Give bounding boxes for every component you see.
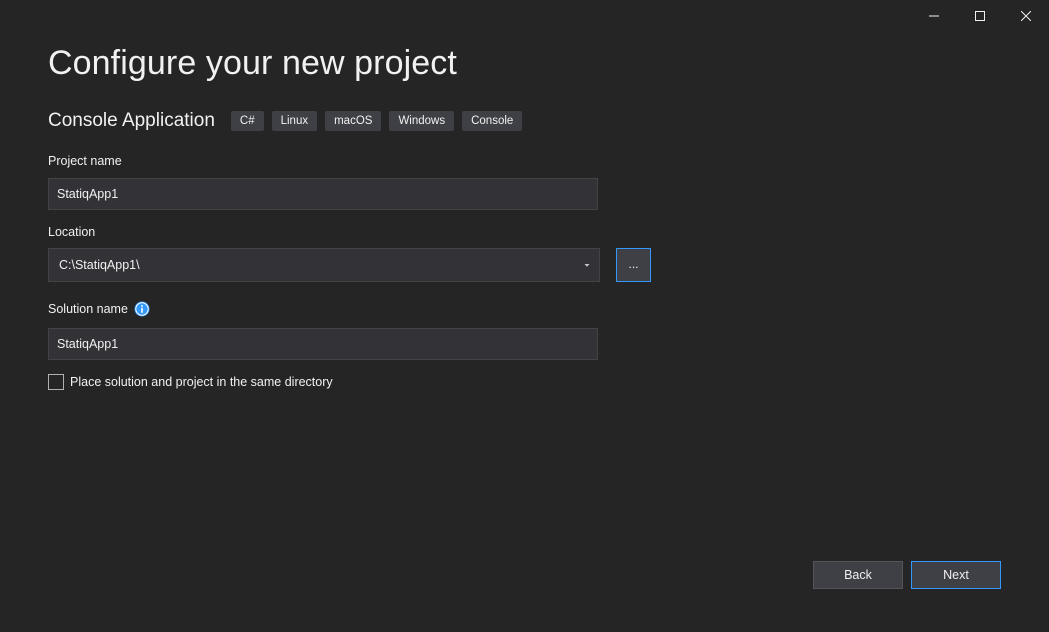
back-button[interactable]: Back [813,561,903,589]
solution-name-label: Solution name [48,302,128,316]
project-name-input[interactable] [48,178,598,210]
template-summary: Console Application C# Linux macOS Windo… [48,110,530,132]
same-directory-label[interactable]: Place solution and project in the same d… [70,375,333,389]
tag-platform-linux: Linux [271,111,318,131]
page-title: Configure your new project [48,44,457,82]
tag-platform-macos: macOS [325,111,382,131]
browse-location-button[interactable]: ... [616,248,651,282]
location-label: Location [48,225,96,239]
tag-project-type: Console [462,111,523,131]
minimize-icon [929,15,939,17]
configure-project-window: Configure your new project Console Appli… [0,0,1049,632]
close-icon [1021,11,1031,21]
same-directory-checkbox[interactable] [48,374,64,390]
template-name: Console Application [48,110,215,131]
minimize-button[interactable] [911,0,957,32]
solution-name-input[interactable] [48,328,598,360]
project-name-label: Project name [48,154,122,168]
location-combobox[interactable]: C:\StatiqApp1\ [48,248,600,282]
solution-name-label-row: Solution name [48,301,150,317]
tag-language: C# [230,111,264,131]
dropdown-arrow-icon[interactable] [579,257,595,273]
location-value: C:\StatiqApp1\ [59,258,140,272]
maximize-icon [975,11,985,21]
maximize-button[interactable] [957,0,1003,32]
tag-platform-windows: Windows [389,111,455,131]
close-button[interactable] [1003,0,1049,32]
info-icon[interactable] [134,301,150,317]
same-directory-option[interactable]: Place solution and project in the same d… [48,374,333,390]
next-button[interactable]: Next [911,561,1001,589]
window-controls [911,0,1049,32]
